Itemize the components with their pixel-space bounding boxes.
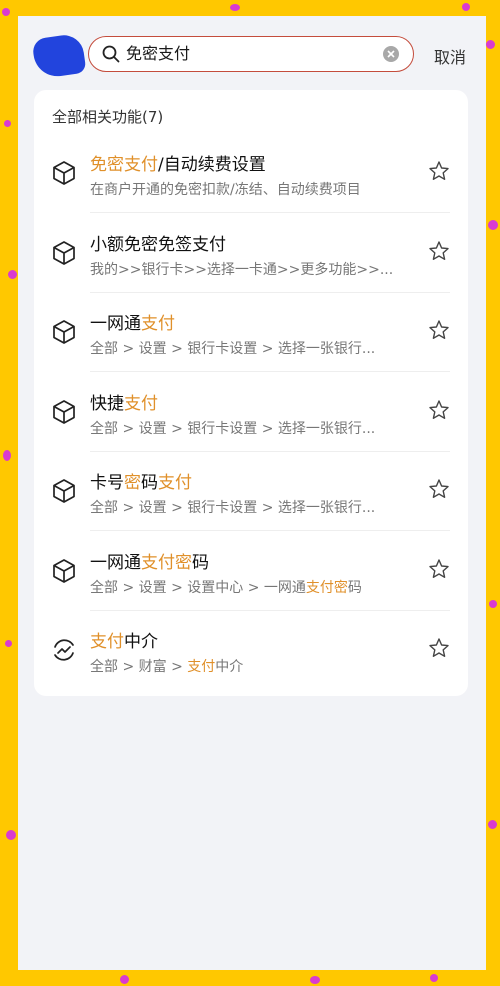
text-segment: 在商户开通的免密扣款/冻结、自动续费项目 bbox=[90, 182, 361, 198]
text-segment: 我的>>银行卡>>选择一卡通>>更多功能>>... bbox=[90, 261, 394, 278]
result-title: 一网通支付密码 bbox=[90, 548, 209, 573]
text-segment: 一网通 bbox=[90, 314, 141, 334]
box-icon bbox=[50, 557, 78, 585]
result-title: 一网通支付 bbox=[90, 309, 175, 334]
box-icon bbox=[50, 398, 78, 426]
text-segment: 全部 > 设置 > 设置中心 > 一网通 bbox=[90, 579, 306, 596]
search-bar[interactable]: 免密支付 bbox=[88, 36, 414, 72]
text-segment: 全部 > 设置 > 银行卡设置 > 选择一张银行... bbox=[90, 500, 376, 516]
box-icon bbox=[50, 318, 78, 346]
highlighted-keyword: 支付 bbox=[158, 473, 192, 493]
favorite-star-icon[interactable] bbox=[428, 240, 450, 262]
highlighted-keyword: 支付 bbox=[90, 632, 124, 652]
highlighted-keyword: 支付密 bbox=[141, 552, 192, 573]
result-item[interactable]: 小额免密免签支付我的>>银行卡>>选择一卡通>>更多功能>>... bbox=[34, 214, 468, 293]
result-item[interactable]: 支付中介 全部 > 财富 > 支付中介 bbox=[34, 611, 468, 690]
search-page: 免密支付 取消 全部相关功能(7) 免密支付/自动续费设置在商户开通的免密扣款/… bbox=[18, 16, 486, 970]
favorite-star-icon[interactable] bbox=[428, 637, 450, 659]
highlighted-keyword: 支付 bbox=[187, 659, 216, 675]
favorite-star-icon[interactable] bbox=[428, 478, 450, 500]
highlighted-keyword: 支付 bbox=[141, 314, 175, 334]
text-segment: 全部 > 财富 > bbox=[90, 659, 188, 675]
highlighted-keyword: 支付密 bbox=[305, 579, 348, 596]
highlighted-keyword: 支付 bbox=[124, 393, 158, 414]
text-segment: 中介 bbox=[215, 659, 244, 675]
favorite-star-icon[interactable] bbox=[428, 160, 450, 182]
text-segment: 码 bbox=[192, 552, 209, 573]
result-item[interactable]: 免密支付/自动续费设置在商户开通的免密扣款/冻结、自动续费项目 bbox=[34, 134, 468, 213]
text-segment: /自动续费设置 bbox=[158, 155, 266, 175]
text-segment: 码 bbox=[141, 473, 158, 493]
result-path: 在商户开通的免密扣款/冻结、自动续费项目 bbox=[90, 179, 406, 199]
cancel-button[interactable]: 取消 bbox=[434, 44, 466, 68]
result-path: 全部 > 设置 > 银行卡设置 > 选择一张银行... bbox=[90, 338, 406, 358]
results-count-header: 全部相关功能(7) bbox=[52, 108, 164, 126]
result-path: 全部 > 设置 > 银行卡设置 > 选择一张银行... bbox=[90, 418, 406, 438]
search-input[interactable]: 免密支付 bbox=[126, 45, 190, 63]
result-path: 我的>>银行卡>>选择一卡通>>更多功能>>... bbox=[90, 259, 406, 279]
favorite-star-icon[interactable] bbox=[428, 558, 450, 580]
result-path: 全部 > 财富 > 支付中介 bbox=[90, 656, 406, 676]
text-segment: 一网通 bbox=[90, 552, 141, 573]
result-path: 全部 > 设置 > 设置中心 > 一网通支付密码 bbox=[90, 577, 406, 597]
redacted-avatar bbox=[31, 32, 87, 80]
result-path: 全部 > 设置 > 银行卡设置 > 选择一张银行... bbox=[90, 497, 406, 517]
clear-search-icon[interactable] bbox=[383, 46, 399, 62]
results-card: 全部相关功能(7) 免密支付/自动续费设置在商户开通的免密扣款/冻结、自动续费项… bbox=[34, 90, 468, 696]
box-icon bbox=[50, 159, 78, 187]
result-title: 快捷支付 bbox=[90, 389, 158, 414]
highlighted-keyword: 免密支付 bbox=[90, 155, 158, 175]
favorite-star-icon[interactable] bbox=[428, 319, 450, 341]
result-title: 卡号密码支付 bbox=[90, 468, 192, 493]
result-item[interactable]: 一网通支付密码 全部 > 设置 > 设置中心 > 一网通支付密码 bbox=[34, 532, 468, 611]
result-item[interactable]: 卡号密码支付全部 > 设置 > 银行卡设置 > 选择一张银行... bbox=[34, 452, 468, 531]
highlighted-keyword: 密 bbox=[124, 473, 141, 493]
text-segment: 快捷 bbox=[90, 393, 124, 414]
text-segment: 全部 > 设置 > 银行卡设置 > 选择一张银行... bbox=[90, 341, 376, 357]
text-segment: 全部 > 设置 > 银行卡设置 > 选择一张银行... bbox=[90, 420, 376, 437]
box-icon bbox=[50, 477, 78, 505]
result-item[interactable]: 快捷支付全部 > 设置 > 银行卡设置 > 选择一张银行... bbox=[34, 373, 468, 452]
result-title: 支付中介 bbox=[90, 627, 158, 652]
trend-cycle-icon bbox=[50, 636, 78, 664]
text-segment: 中介 bbox=[124, 632, 158, 652]
favorite-star-icon[interactable] bbox=[428, 399, 450, 421]
box-icon bbox=[50, 239, 78, 267]
result-item[interactable]: 一网通支付全部 > 设置 > 银行卡设置 > 选择一张银行... bbox=[34, 293, 468, 372]
text-segment: 卡号 bbox=[90, 473, 124, 493]
result-title: 免密支付/自动续费设置 bbox=[90, 150, 266, 175]
text-segment: 码 bbox=[347, 579, 362, 596]
result-title: 小额免密免签支付 bbox=[90, 230, 226, 255]
search-icon bbox=[102, 45, 120, 63]
text-segment: 小额免密免签支付 bbox=[90, 234, 226, 255]
